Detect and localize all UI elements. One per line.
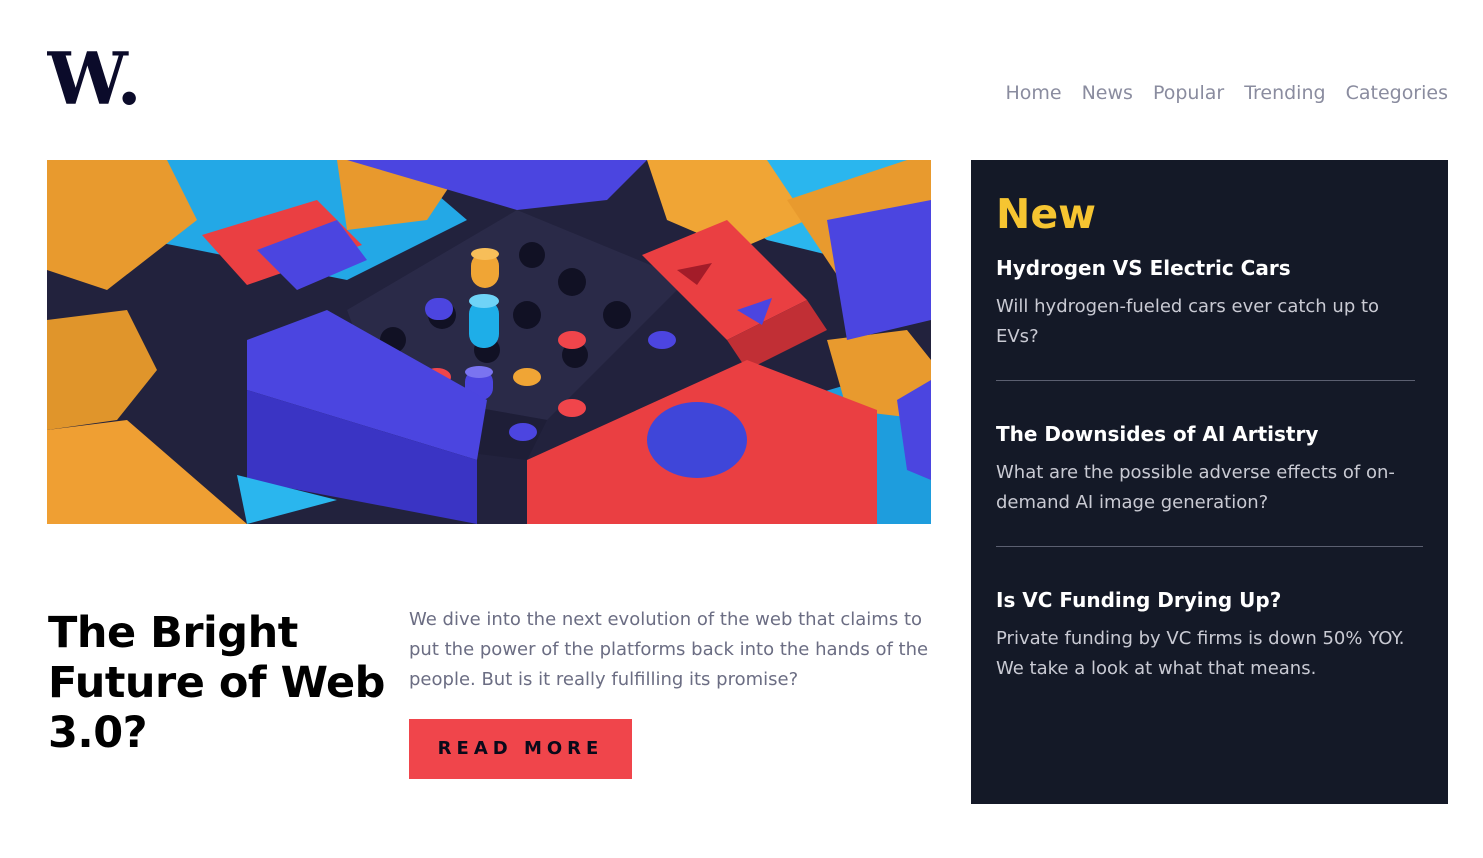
- hero-headline: The Bright Future of Web 3.0?: [48, 608, 385, 758]
- news-item-desc: Private funding by VC firms is down 50% …: [996, 628, 1405, 679]
- nav-home[interactable]: Home: [1005, 80, 1061, 106]
- new-sidebar: New Hydrogen VS Electric Cars Will hydro…: [971, 160, 1448, 804]
- news-item: The Downsides of AI Artistry What are th…: [996, 416, 1423, 547]
- nav-trending[interactable]: Trending: [1244, 80, 1325, 106]
- news-item-title[interactable]: Is VC Funding Drying Up?: [996, 582, 1423, 618]
- news-item: Hydrogen VS Electric Cars Will hydrogen-…: [996, 250, 1415, 381]
- main-nav: Home News Popular Trending Categories: [1005, 80, 1448, 106]
- nav-categories[interactable]: Categories: [1346, 80, 1448, 106]
- news-item: Is VC Funding Drying Up? Private funding…: [996, 582, 1423, 712]
- site-logo[interactable]: W.: [47, 44, 143, 108]
- nav-news[interactable]: News: [1082, 80, 1133, 106]
- news-item-title[interactable]: Hydrogen VS Electric Cars: [996, 250, 1415, 286]
- logo-text: W.: [47, 44, 142, 108]
- news-item-title[interactable]: The Downsides of AI Artistry: [996, 416, 1423, 452]
- news-item-desc: Will hydrogen-fueled cars ever catch up …: [996, 296, 1380, 347]
- nav-popular[interactable]: Popular: [1153, 80, 1224, 106]
- hero-image: [47, 160, 931, 524]
- news-item-desc: What are the possible adverse effects of…: [996, 462, 1395, 513]
- sidebar-heading: New: [996, 190, 1096, 238]
- hero-summary: We dive into the next evolution of the w…: [409, 609, 929, 690]
- read-more-button[interactable]: READ MORE: [409, 719, 632, 779]
